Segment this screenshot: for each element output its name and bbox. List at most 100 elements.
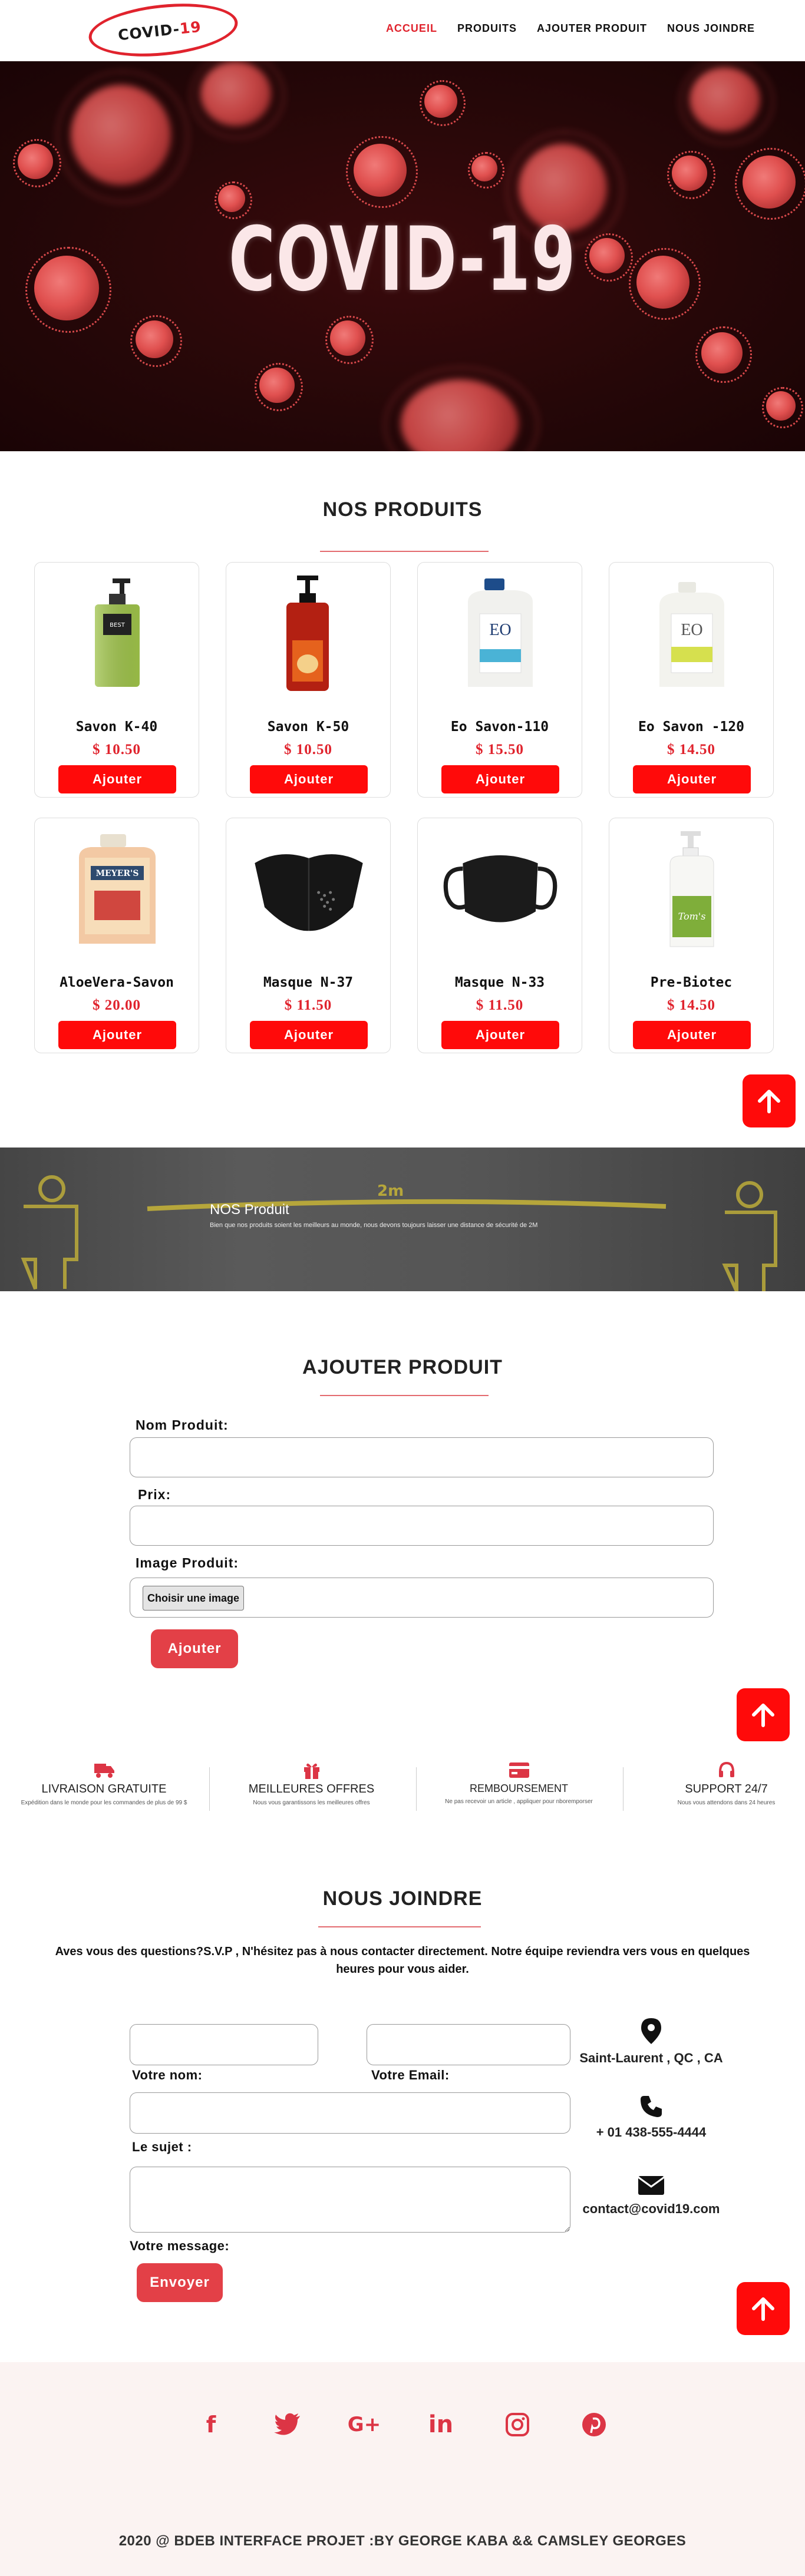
feature-title: SUPPORT 24/7 bbox=[685, 1783, 768, 1795]
svg-text:2m: 2m bbox=[377, 1182, 404, 1200]
toms-soap-pump-icon: Tom's bbox=[669, 831, 714, 947]
message-textarea[interactable] bbox=[130, 2167, 570, 2233]
google-plus-icon[interactable]: G+ bbox=[348, 2409, 381, 2440]
product-price: $ 10.50 bbox=[284, 742, 332, 758]
contact-title: NOUS JOINDRE bbox=[322, 1887, 483, 1910]
product-image bbox=[250, 831, 368, 949]
scroll-to-top-button[interactable] bbox=[737, 2282, 790, 2335]
title-divider bbox=[320, 551, 489, 552]
map-marker-icon bbox=[641, 2018, 661, 2044]
virus-illustration bbox=[25, 246, 112, 333]
nav-accueil[interactable]: ACCUEIL bbox=[386, 22, 437, 35]
feature-free-shipping: LIVRAISON GRATUITE Expédition dans le mo… bbox=[4, 1761, 204, 1808]
banner-subtitle: Bien que nos produits soient les meilleu… bbox=[210, 1222, 538, 1229]
product-price: $ 11.50 bbox=[284, 997, 332, 1013]
name-label: Votre nom: bbox=[132, 2068, 203, 2082]
product-card: MEYER'S AloeVera-Savon $ 20.00 Ajouter bbox=[34, 818, 199, 1053]
price-input[interactable] bbox=[130, 1506, 714, 1546]
product-card: Masque N-37 $ 11.50 Ajouter bbox=[226, 818, 391, 1053]
product-price: $ 11.50 bbox=[476, 997, 524, 1013]
linkedin-icon[interactable]: in bbox=[425, 2409, 456, 2440]
contact-intro: Aves vous des questions?S.V.P , N'hésite… bbox=[55, 1945, 750, 1976]
virus-illustration bbox=[762, 387, 803, 428]
phone-icon bbox=[641, 2096, 662, 2117]
scroll-to-top-button[interactable] bbox=[737, 1688, 790, 1741]
name-input[interactable] bbox=[130, 2024, 318, 2065]
virus-illustration bbox=[12, 138, 62, 188]
social-links: f G+ in bbox=[0, 2409, 805, 2440]
subject-input[interactable] bbox=[130, 2092, 570, 2134]
virus-illustration bbox=[346, 136, 418, 208]
meyers-soap-jug-icon: MEYER'S bbox=[79, 834, 156, 944]
virus-illustration bbox=[190, 61, 285, 139]
pinterest-icon[interactable] bbox=[579, 2409, 609, 2440]
virus-illustration bbox=[735, 148, 805, 220]
black-cloth-mask-icon bbox=[443, 855, 557, 922]
nav-produits[interactable]: PRODUITS bbox=[457, 22, 517, 35]
scroll-to-top-button[interactable] bbox=[743, 1074, 796, 1127]
feature-title: LIVRAISON GRATUITE bbox=[41, 1783, 167, 1795]
facebook-icon[interactable]: f bbox=[196, 2409, 226, 2440]
address-text: Saint-Laurent , QC , CA bbox=[579, 2051, 723, 2065]
subject-label: Le sujet : bbox=[132, 2139, 192, 2154]
product-price: $ 10.50 bbox=[93, 742, 141, 758]
product-card: Savon K-50 $ 10.50 Ajouter bbox=[226, 562, 391, 798]
navbar: COVID-19 ACCUEIL PRODUITS AJOUTER PRODUI… bbox=[0, 0, 805, 64]
footer: f G+ in 2020 @ BDEB INTERFACE PROJET :BY… bbox=[0, 2362, 805, 2576]
add-product-title: AJOUTER PRODUIT bbox=[302, 1356, 503, 1378]
product-image bbox=[250, 576, 368, 693]
product-image: BEST bbox=[58, 576, 176, 693]
add-to-cart-button[interactable]: Ajouter bbox=[633, 765, 751, 793]
virus-illustration bbox=[384, 367, 539, 451]
arrow-up-icon bbox=[752, 1704, 774, 1727]
product-card: Tom's Pre-Biotec $ 14.50 Ajouter bbox=[609, 818, 774, 1053]
instagram-icon[interactable] bbox=[502, 2409, 533, 2440]
main-nav: ACCUEIL PRODUITS AJOUTER PRODUIT NOUS JO… bbox=[386, 22, 755, 35]
product-name: Masque N-37 bbox=[263, 975, 354, 990]
price-label: Prix: bbox=[138, 1487, 171, 1502]
feature-desc: Expédition dans le monde pour les comman… bbox=[21, 1800, 187, 1806]
virus-illustration bbox=[467, 151, 505, 189]
choose-image-button[interactable]: Choisir une image bbox=[143, 1586, 244, 1611]
envelope-icon bbox=[638, 2176, 665, 2195]
arrow-up-icon bbox=[758, 1090, 780, 1113]
add-to-cart-button[interactable]: Ajouter bbox=[441, 1021, 559, 1049]
virus-illustration bbox=[325, 315, 374, 365]
product-name: Pre-Biotec bbox=[650, 975, 733, 990]
add-to-cart-button[interactable]: Ajouter bbox=[250, 765, 368, 793]
product-price: $ 14.50 bbox=[667, 997, 715, 1013]
product-name-label: Nom Produit: bbox=[136, 1417, 229, 1433]
email-text: contact@covid19.com bbox=[582, 2201, 720, 2216]
add-product-button[interactable]: Ajouter bbox=[151, 1629, 238, 1668]
hero-banner: COVID-19 bbox=[0, 61, 805, 451]
add-to-cart-button[interactable]: Ajouter bbox=[441, 765, 559, 793]
svg-text:Tom's: Tom's bbox=[678, 911, 706, 922]
svg-text:BEST: BEST bbox=[110, 622, 126, 629]
arrow-up-icon bbox=[752, 2297, 774, 2321]
feature-support: SUPPORT 24/7 Nous vous attendons dans 24… bbox=[626, 1761, 805, 1808]
feature-refund: REMBOURSEMENT Ne pas recevoir un article… bbox=[418, 1761, 619, 1808]
add-to-cart-button[interactable]: Ajouter bbox=[250, 1021, 368, 1049]
virus-illustration bbox=[130, 315, 182, 367]
nav-nous-joindre[interactable]: NOUS JOINDRE bbox=[667, 22, 755, 35]
product-price: $ 20.00 bbox=[93, 997, 141, 1013]
eo-soap-gallon-green-icon: EO bbox=[659, 582, 724, 687]
logo[interactable]: COVID-19 bbox=[86, 0, 240, 64]
feature-divider bbox=[209, 1767, 210, 1811]
add-to-cart-button[interactable]: Ajouter bbox=[633, 1021, 751, 1049]
product-name-input[interactable] bbox=[130, 1437, 714, 1477]
product-price: $ 15.50 bbox=[476, 742, 524, 758]
twitter-icon[interactable] bbox=[272, 2409, 303, 2440]
product-name: AloeVera-Savon bbox=[60, 975, 174, 990]
send-message-button[interactable]: Envoyer bbox=[137, 2263, 223, 2302]
nav-ajouter-produit[interactable]: AJOUTER PRODUIT bbox=[537, 22, 647, 35]
add-to-cart-button[interactable]: Ajouter bbox=[58, 1021, 176, 1049]
product-card: BEST Savon K-40 $ 10.50 Ajouter bbox=[34, 562, 199, 798]
feature-best-offers: MEILLEURES OFFRES Nous vous garantissons… bbox=[211, 1761, 412, 1808]
add-to-cart-button[interactable]: Ajouter bbox=[58, 765, 176, 793]
road-illustration: 2m bbox=[21, 1175, 777, 1291]
virus-illustration bbox=[679, 61, 774, 145]
product-image: Tom's bbox=[633, 831, 751, 949]
product-name: Masque N-33 bbox=[454, 975, 545, 990]
email-input[interactable] bbox=[367, 2024, 570, 2065]
